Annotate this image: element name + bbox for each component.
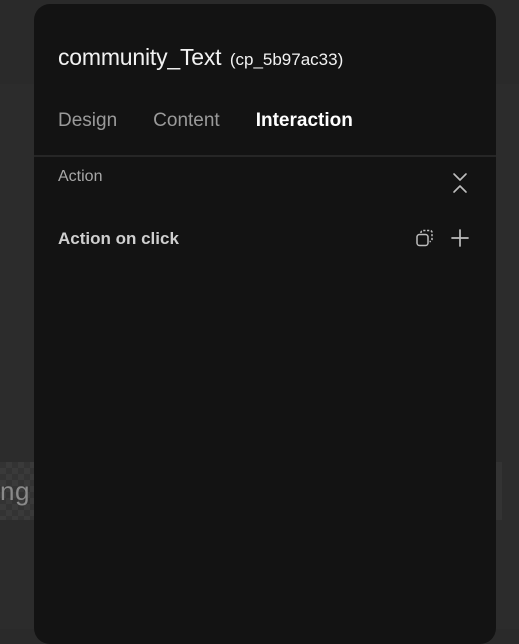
canvas-text-fragment: ng — [0, 476, 30, 506]
action-on-click-label: Action on click — [58, 229, 179, 248]
panel-tabs: Design Content Interaction — [58, 110, 353, 132]
panel-header: community_Text (cp_5b97ac33) — [58, 44, 343, 71]
tab-design[interactable]: Design — [58, 110, 117, 132]
copy-icon[interactable] — [414, 228, 436, 250]
tabs-divider — [34, 155, 496, 157]
tab-content[interactable]: Content — [153, 110, 220, 132]
section-label-action: Action — [58, 168, 103, 185]
properties-panel: community_Text (cp_5b97ac33) Design Cont… — [34, 4, 496, 644]
component-id: (cp_5b97ac33) — [229, 50, 344, 69]
tab-interaction[interactable]: Interaction — [256, 110, 353, 132]
canvas-transparency-pattern-right — [496, 462, 502, 520]
plus-icon[interactable] — [449, 227, 471, 249]
collapse-icon[interactable] — [450, 170, 470, 196]
component-title: community_Text — [58, 44, 222, 70]
